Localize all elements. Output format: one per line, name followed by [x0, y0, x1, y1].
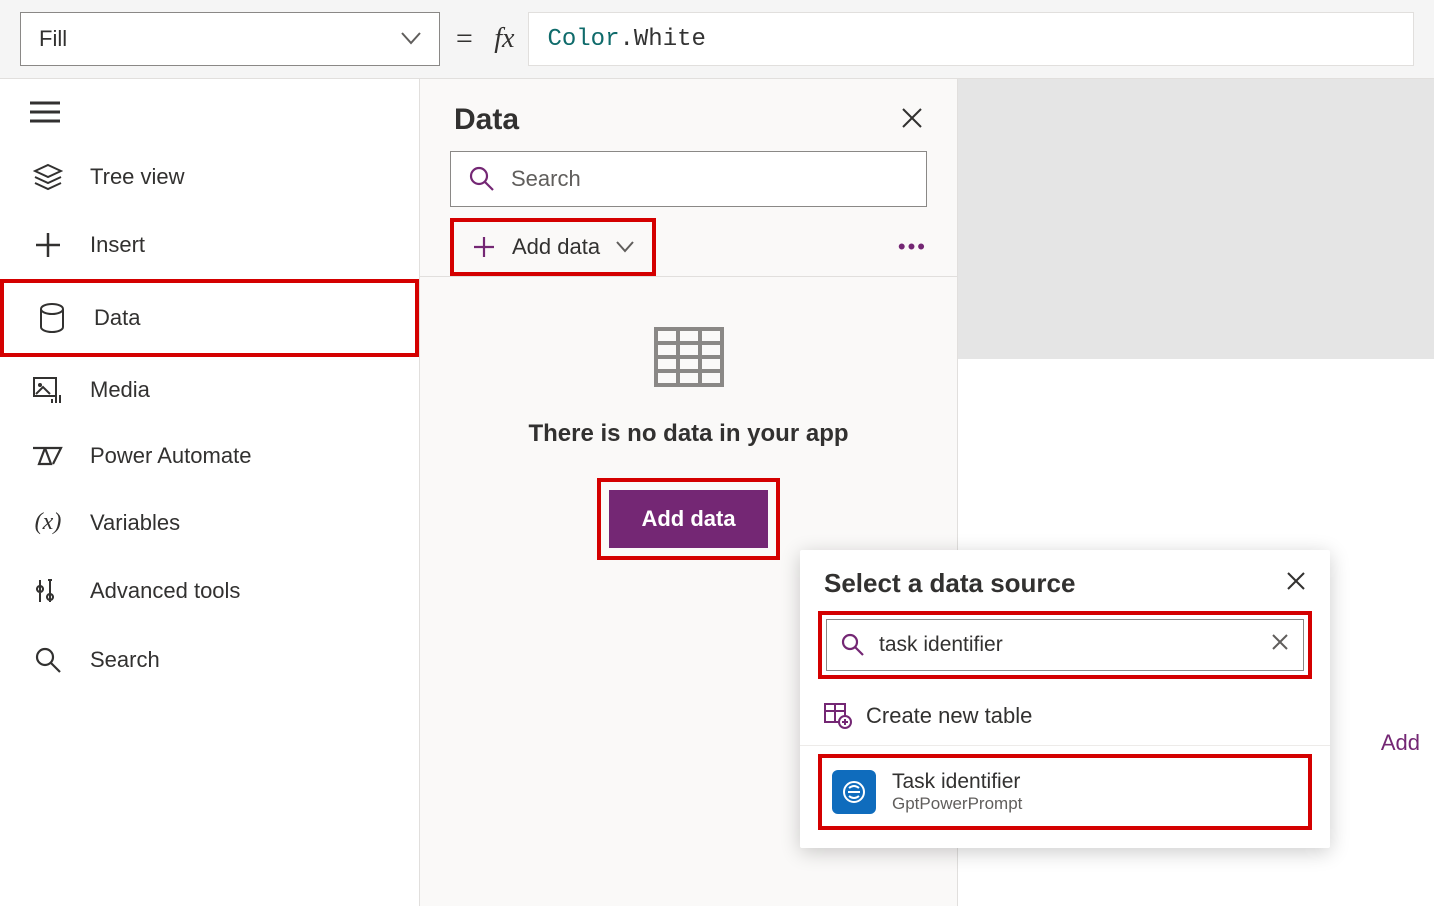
- database-icon: [34, 303, 70, 333]
- sidebar-item-label: Search: [90, 647, 160, 673]
- create-new-table-label: Create new table: [866, 703, 1032, 729]
- canvas-partial-label: Add: [1381, 730, 1420, 756]
- plus-icon: [472, 235, 496, 259]
- sidebar-item-media[interactable]: Media: [0, 357, 419, 423]
- property-selector-value: Fill: [39, 26, 67, 52]
- clear-search-button[interactable]: [1271, 633, 1289, 657]
- layers-icon: [30, 163, 66, 191]
- plus-icon: [30, 231, 66, 259]
- search-icon: [841, 633, 865, 657]
- data-panel-search[interactable]: Search: [450, 151, 927, 207]
- sidebar-item-tree-view[interactable]: Tree view: [0, 143, 419, 211]
- ai-model-icon: [832, 770, 876, 814]
- search-icon: [30, 646, 66, 674]
- hamburger-icon: [30, 101, 60, 123]
- sidebar-item-label: Media: [90, 377, 150, 403]
- sidebar-item-advanced-tools[interactable]: Advanced tools: [0, 556, 419, 626]
- property-selector[interactable]: Fill: [20, 12, 440, 66]
- popover-search-input[interactable]: task identifier: [826, 619, 1304, 671]
- create-new-table-button[interactable]: Create new table: [800, 689, 1330, 746]
- popover-title: Select a data source: [824, 568, 1075, 599]
- close-icon: [1271, 633, 1289, 651]
- formula-input[interactable]: Color.White: [528, 12, 1414, 66]
- sidebar-item-label: Data: [94, 305, 140, 331]
- formula-token-member: White: [634, 26, 706, 53]
- search-placeholder: Search: [511, 166, 581, 192]
- sidebar-item-insert[interactable]: Insert: [0, 211, 419, 279]
- data-source-result[interactable]: Task identifier GptPowerPrompt: [824, 762, 1306, 822]
- more-options-button[interactable]: •••: [898, 234, 927, 260]
- sidebar-item-label: Insert: [90, 232, 145, 258]
- sidebar-item-label: Advanced tools: [90, 578, 240, 604]
- add-data-button[interactable]: Add data: [609, 490, 767, 548]
- variable-icon: (x): [30, 509, 66, 536]
- popover-search-value: task identifier: [879, 633, 1003, 657]
- search-icon: [469, 166, 495, 192]
- formula-bar: Fill = fx Color.White: [0, 0, 1434, 79]
- close-icon: [901, 107, 923, 129]
- add-data-dropdown[interactable]: Add data: [450, 218, 656, 276]
- close-icon: [1286, 571, 1306, 591]
- formula-token-dot: .: [619, 26, 633, 53]
- sidebar-item-label: Variables: [90, 510, 180, 536]
- table-plus-icon: [824, 703, 852, 729]
- equals-sign: =: [454, 22, 474, 56]
- tools-icon: [30, 576, 66, 606]
- data-empty-state: There is no data in your app Add data: [420, 277, 957, 560]
- chevron-down-icon: [401, 32, 421, 46]
- sidebar-item-power-automate[interactable]: Power Automate: [0, 423, 419, 489]
- hamburger-button[interactable]: [0, 91, 419, 143]
- sidebar-item-variables[interactable]: (x) Variables: [0, 489, 419, 556]
- close-panel-button[interactable]: [901, 105, 923, 136]
- media-icon: [30, 377, 66, 403]
- table-icon: [654, 327, 724, 387]
- chevron-down-icon: [616, 241, 634, 253]
- sidebar-item-search[interactable]: Search: [0, 626, 419, 694]
- result-subtitle: GptPowerPrompt: [892, 794, 1022, 814]
- select-data-source-popover: Select a data source task identifier Cre…: [800, 550, 1330, 848]
- popover-close-button[interactable]: [1286, 570, 1306, 598]
- sidebar-item-label: Tree view: [90, 164, 185, 190]
- formula-token-class: Color: [547, 26, 619, 53]
- flow-icon: [30, 444, 66, 468]
- left-sidebar: Tree view Insert Data Media Power Automa: [0, 79, 420, 906]
- empty-state-message: There is no data in your app: [420, 420, 957, 448]
- result-title: Task identifier: [892, 770, 1022, 794]
- data-panel-title: Data: [454, 103, 519, 137]
- fx-label: fx: [494, 23, 514, 55]
- sidebar-item-label: Power Automate: [90, 443, 251, 469]
- add-data-dropdown-label: Add data: [512, 234, 600, 260]
- sidebar-item-data[interactable]: Data: [0, 279, 419, 357]
